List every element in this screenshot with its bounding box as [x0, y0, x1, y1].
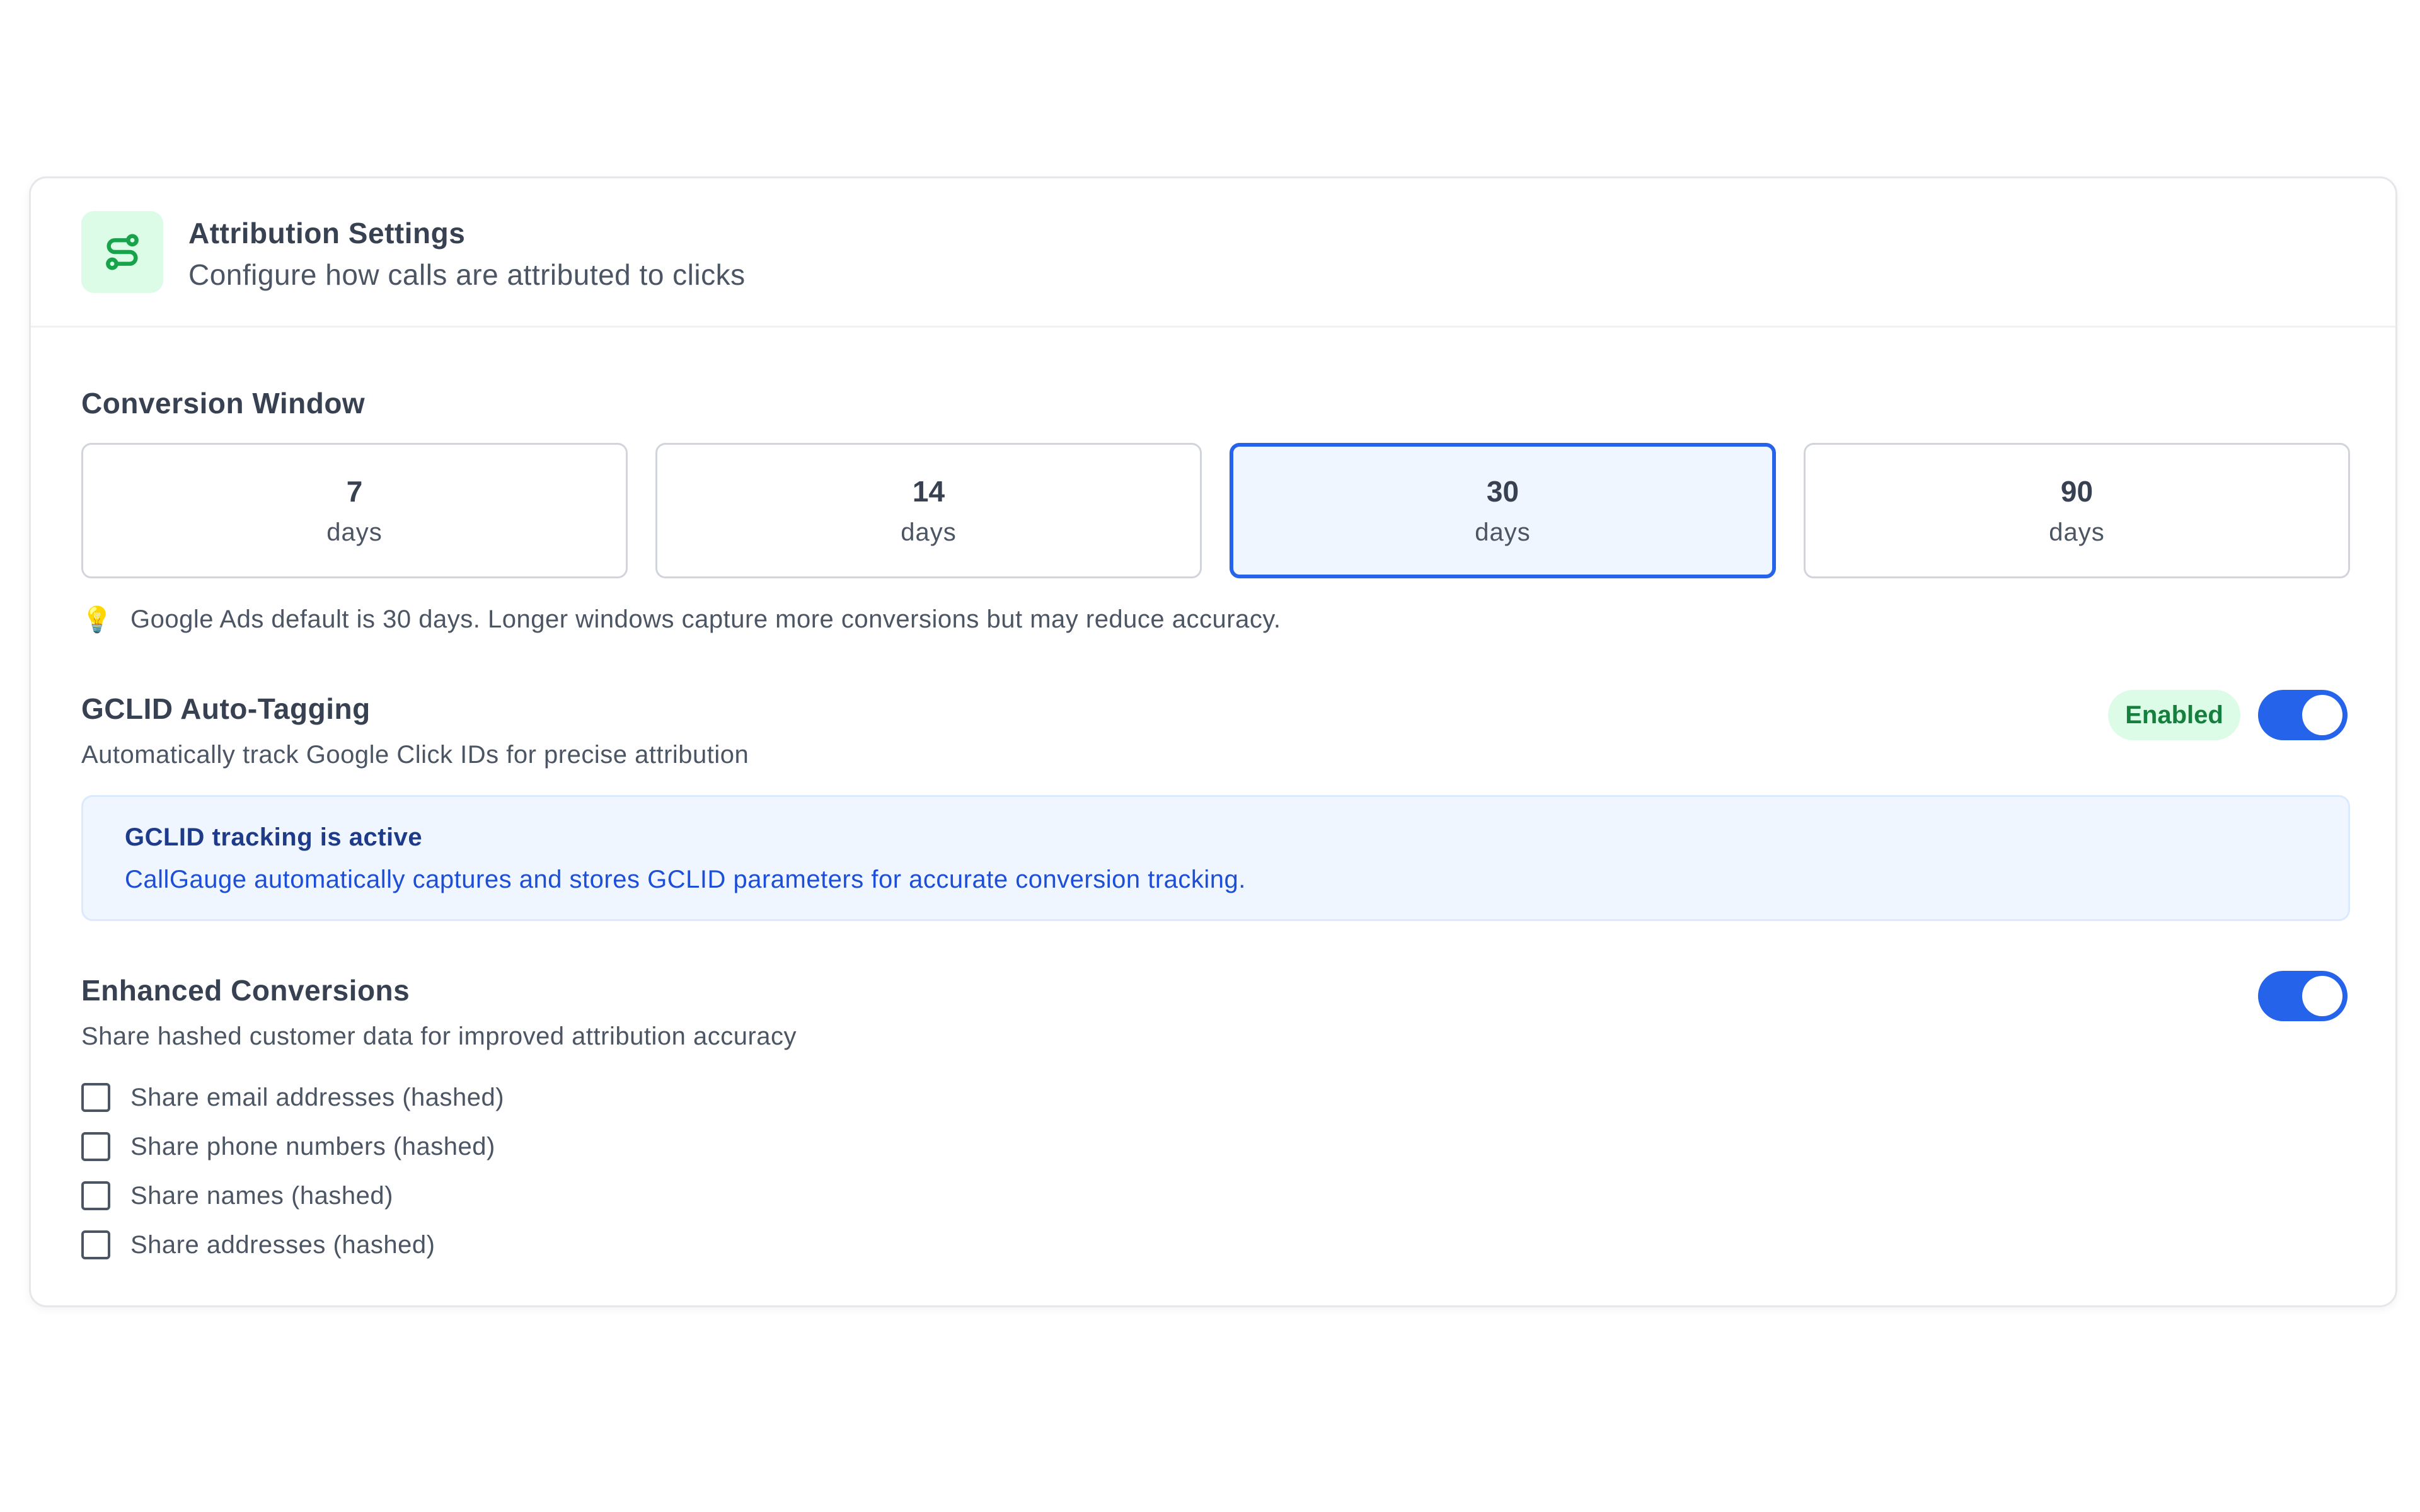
window-option-value: 30 [1486, 474, 1519, 508]
enhanced-conversions-options: Share email addresses (hashed) Share pho… [81, 1073, 504, 1269]
info-title: GCLID tracking is active [125, 823, 423, 851]
window-option-unit: days [2049, 518, 2105, 546]
window-option-value: 90 [2060, 474, 2094, 508]
share-email-label: Share email addresses (hashed) [130, 1083, 505, 1111]
gclid-info-box: GCLID tracking is active CallGauge autom… [81, 795, 2350, 921]
conversion-window-options: 7 days 14 days 30 days 90 days [81, 443, 2350, 578]
route-icon [81, 211, 163, 293]
window-option-30-days[interactable]: 30 days [1230, 443, 1776, 578]
window-option-90-days[interactable]: 90 days [1804, 443, 2350, 578]
info-text: CallGauge automatically captures and sto… [125, 866, 1246, 893]
share-names-label: Share names (hashed) [130, 1181, 393, 1210]
gclid-title: GCLID Auto-Tagging [81, 692, 371, 725]
gclid-toggle[interactable] [2258, 690, 2348, 740]
conversion-window-label: Conversion Window [81, 387, 366, 420]
share-email-option[interactable]: Share email addresses (hashed) [81, 1073, 504, 1122]
share-phone-option[interactable]: Share phone numbers (hashed) [81, 1122, 504, 1171]
window-option-value: 14 [912, 474, 945, 508]
window-option-14-days[interactable]: 14 days [655, 443, 1202, 578]
status-badge: Enabled [2108, 690, 2240, 740]
window-option-unit: days [326, 518, 383, 546]
card-title: Attribution Settings [188, 217, 466, 249]
enhanced-conversions-description: Share hashed customer data for improved … [81, 1022, 797, 1050]
toggle-knob [2302, 695, 2342, 735]
share-addresses-label: Share addresses (hashed) [130, 1230, 435, 1259]
share-names-option[interactable]: Share names (hashed) [81, 1171, 504, 1220]
share-addresses-checkbox[interactable] [81, 1230, 110, 1259]
attribution-settings-card: Attribution Settings Configure how calls… [29, 176, 2397, 1307]
enhanced-conversions-title: Enhanced Conversions [81, 974, 410, 1007]
window-option-unit: days [1475, 518, 1531, 546]
card-header: Attribution Settings Configure how calls… [31, 178, 2395, 328]
toggle-knob [2302, 976, 2342, 1016]
share-phone-label: Share phone numbers (hashed) [130, 1132, 495, 1160]
share-addresses-option[interactable]: Share addresses (hashed) [81, 1220, 504, 1269]
lightbulb-icon: 💡 [81, 605, 113, 634]
share-phone-checkbox[interactable] [81, 1132, 110, 1161]
gclid-description: Automatically track Google Click IDs for… [81, 741, 749, 769]
window-option-value: 7 [346, 474, 363, 508]
window-option-7-days[interactable]: 7 days [81, 443, 628, 578]
card-subtitle: Configure how calls are attributed to cl… [188, 258, 746, 291]
hint-text: Google Ads default is 30 days. Longer wi… [130, 605, 1281, 633]
enhanced-conversions-toggle[interactable] [2258, 971, 2348, 1021]
window-option-unit: days [901, 518, 957, 546]
conversion-window-hint: 💡 Google Ads default is 30 days. Longer … [81, 600, 1281, 638]
share-email-checkbox[interactable] [81, 1083, 110, 1112]
share-names-checkbox[interactable] [81, 1181, 110, 1210]
